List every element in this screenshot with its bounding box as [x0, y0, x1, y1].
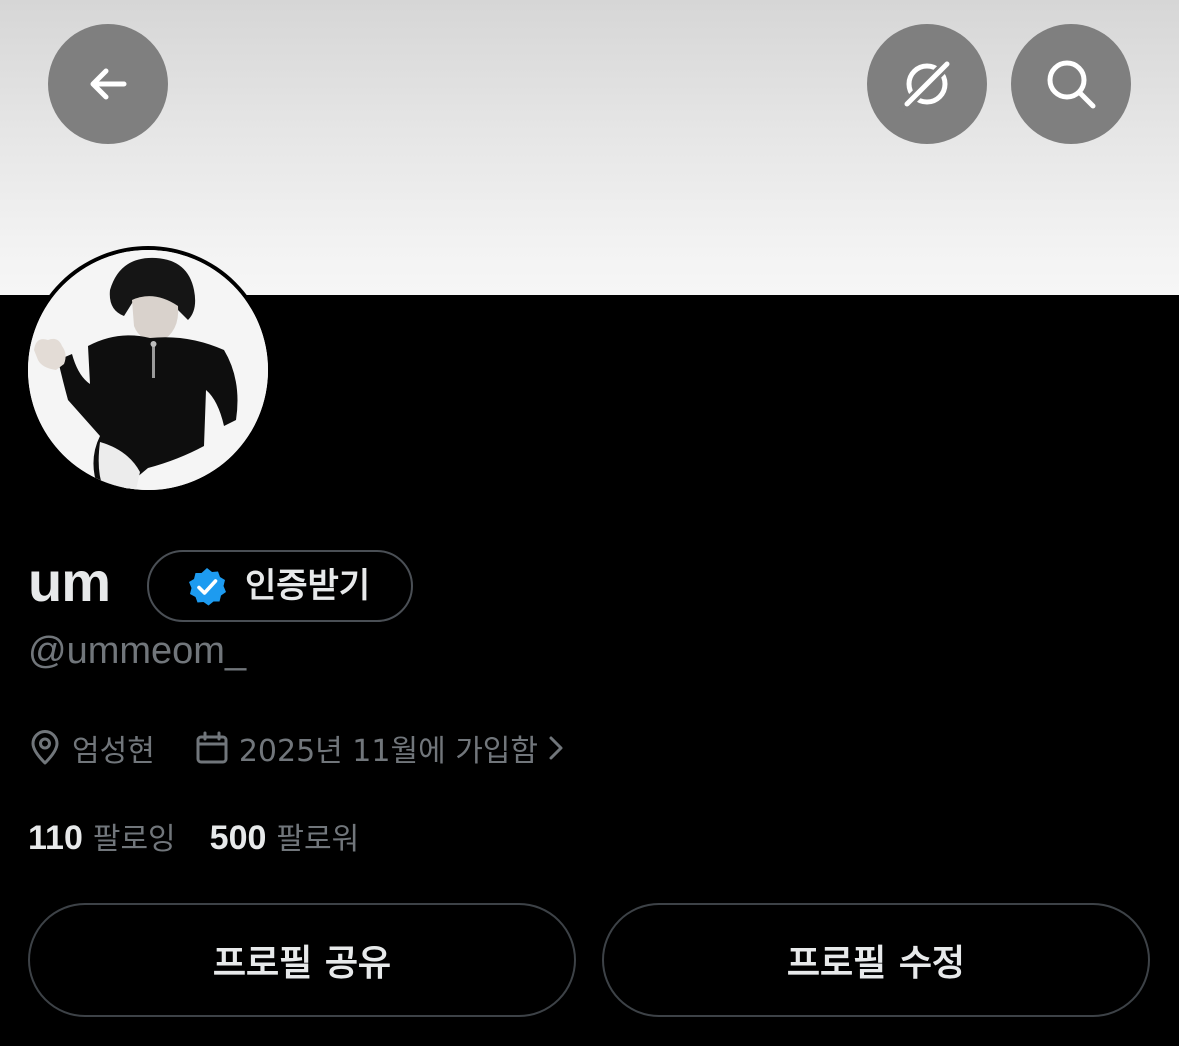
edit-profile-button[interactable]: 프로필 수정 — [602, 903, 1150, 1017]
search-icon — [1047, 60, 1096, 109]
following-count: 110 — [28, 819, 83, 857]
profile-meta: 엄성현 2025년 11월에 가입함 — [28, 724, 564, 772]
user-handle: @ummeom_ — [28, 630, 247, 672]
location: 엄성현 — [28, 726, 155, 770]
search-button[interactable] — [1011, 24, 1131, 144]
back-button[interactable] — [48, 24, 168, 144]
grok-icon — [899, 56, 955, 112]
verified-badge-icon — [189, 568, 226, 606]
location-pin-icon — [31, 730, 59, 765]
get-verified-button[interactable]: 인증받기 — [147, 550, 413, 622]
following-link[interactable]: 110 팔로잉 — [28, 814, 176, 858]
calendar-icon — [196, 731, 228, 764]
location-text: 엄성현 — [72, 734, 155, 769]
following-label: 팔로잉 — [92, 822, 176, 857]
followers-link[interactable]: 500 팔로워 — [210, 814, 360, 858]
grok-button[interactable] — [867, 24, 987, 144]
chevron-right-icon — [549, 736, 563, 760]
share-profile-button[interactable]: 프로필 공유 — [28, 903, 576, 1017]
followers-label: 팔로워 — [276, 822, 360, 857]
get-verified-label: 인증받기 — [245, 566, 371, 606]
display-name: um — [28, 550, 111, 613]
arrow-left-icon — [90, 68, 127, 100]
join-date-text: 2025년 11월에 가입함 — [238, 734, 539, 769]
avatar[interactable] — [28, 250, 268, 490]
follow-stats: 110 팔로잉 500 팔로워 — [28, 812, 359, 860]
join-date[interactable]: 2025년 11월에 가입함 — [195, 726, 564, 770]
avatar-photo — [28, 250, 268, 490]
followers-count: 500 — [209, 819, 267, 857]
